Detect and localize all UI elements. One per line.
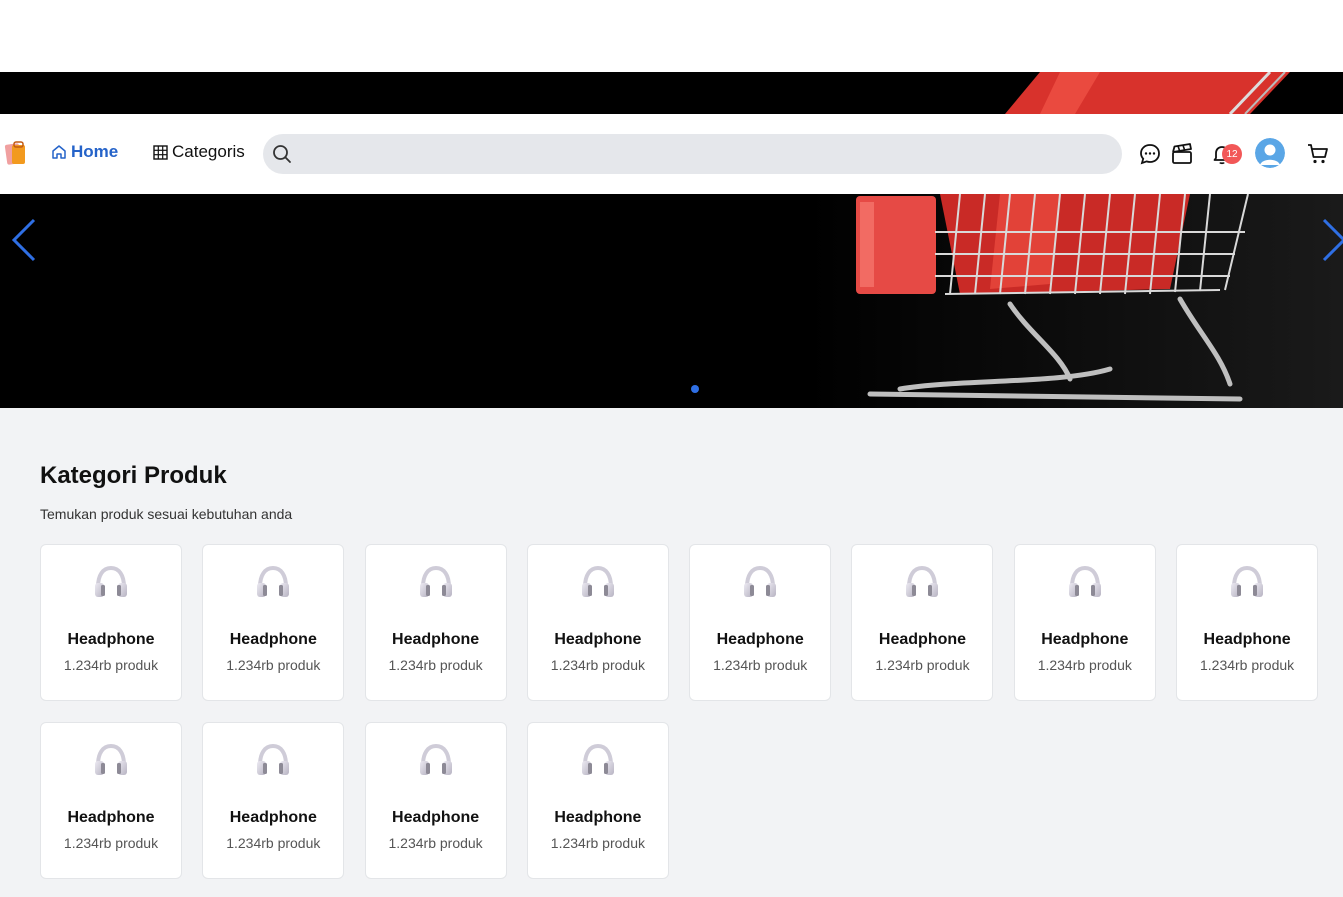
hero-cart-image [0, 194, 1343, 408]
headphone-icon [419, 565, 452, 597]
category-count: 1.234rb produk [550, 657, 645, 673]
category-count: 1.234rb produk [63, 835, 159, 851]
category-count: 1.234rb produk [226, 657, 321, 673]
app-logo[interactable] [4, 140, 28, 168]
nav-home-link[interactable]: Home [51, 142, 118, 162]
category-name: Headphone [67, 809, 155, 826]
headphone-icon [1068, 565, 1101, 597]
headphone-icon [95, 743, 127, 775]
category-card[interactable]: Headphone 1.234rb produk [40, 722, 182, 879]
category-card[interactable]: Headphone 1.234rb produk [526, 722, 669, 879]
category-card[interactable]: Headphone 1.234rb produk [1013, 544, 1156, 701]
nav-categories-label: Categoris [172, 142, 245, 161]
main-navbar: Home Categoris 12 [0, 114, 1343, 194]
search-bar [263, 134, 1122, 174]
category-card[interactable]: Headphone 1.234rb produk [40, 544, 182, 701]
category-count: 1.234rb produk [388, 835, 483, 851]
headphone-icon [257, 743, 290, 775]
top-banner-image [0, 72, 1343, 114]
category-count: 1.234rb produk [63, 657, 159, 673]
category-grid: Headphone 1.234rb produk Headphone 1.234… [40, 544, 1320, 879]
chevron-left-icon [11, 218, 36, 262]
grid-icon [153, 144, 168, 160]
user-avatar[interactable] [1255, 138, 1285, 168]
category-card[interactable]: Headphone 1.234rb produk [851, 544, 994, 701]
hero-carousel [0, 194, 1343, 408]
category-name: Headphone [392, 809, 480, 826]
category-card[interactable]: Headphone 1.234rb produk [202, 722, 345, 879]
category-card[interactable]: Headphone 1.234rb produk [364, 544, 507, 701]
headphone-icon [257, 565, 290, 597]
category-count: 1.234rb produk [1037, 657, 1132, 673]
category-card[interactable]: Headphone 1.234rb produk [1176, 544, 1319, 701]
headphone-icon [581, 743, 614, 775]
category-name: Headphone [716, 631, 804, 648]
section-subtitle: Temukan produk sesuai kebutuhan anda [40, 506, 293, 522]
search-input[interactable] [300, 134, 1122, 174]
headphone-icon [581, 565, 614, 597]
headphone-icon [419, 743, 452, 775]
category-count: 1.234rb produk [550, 835, 645, 851]
category-name: Headphone [1203, 631, 1291, 648]
headphone-icon [744, 565, 777, 597]
notification-badge: 12 [1222, 144, 1242, 164]
chevron-right-icon [1322, 218, 1343, 262]
category-name: Headphone [878, 631, 967, 648]
nav-categories-link[interactable]: Categoris [153, 142, 245, 162]
headphone-icon [906, 565, 939, 597]
category-name: Headphone [554, 631, 642, 648]
video-clapper-icon[interactable] [1170, 142, 1194, 166]
category-name: Headphone [554, 809, 642, 826]
nav-home-label: Home [71, 142, 119, 161]
category-card[interactable]: Headphone 1.234rb produk [364, 722, 507, 879]
category-card[interactable]: Headphone 1.234rb produk [526, 544, 669, 701]
category-name: Headphone [229, 631, 317, 648]
cart-icon[interactable] [1306, 142, 1330, 166]
category-name: Headphone [1041, 631, 1129, 648]
category-card[interactable]: Headphone 1.234rb produk [689, 544, 832, 701]
category-name: Headphone [392, 631, 480, 648]
chat-icon[interactable] [1138, 142, 1162, 166]
category-name: Headphone [229, 809, 317, 826]
category-count: 1.234rb produk [875, 657, 970, 673]
category-name: Headphone [67, 631, 155, 648]
category-card[interactable]: Headphone 1.234rb produk [202, 544, 345, 701]
carousel-prev-button[interactable] [10, 218, 38, 262]
headphone-icon [95, 565, 127, 597]
carousel-indicator-dot[interactable] [691, 385, 699, 393]
category-count: 1.234rb produk [226, 835, 321, 851]
top-blank-area [0, 0, 1343, 72]
search-icon [273, 145, 291, 163]
category-count: 1.234rb produk [1199, 657, 1295, 673]
category-count: 1.234rb produk [713, 657, 808, 673]
category-count: 1.234rb produk [388, 657, 483, 673]
home-icon [52, 145, 66, 159]
headphone-icon [1231, 565, 1264, 597]
section-title: Kategori Produk [40, 462, 227, 489]
carousel-next-button[interactable] [1320, 218, 1343, 262]
